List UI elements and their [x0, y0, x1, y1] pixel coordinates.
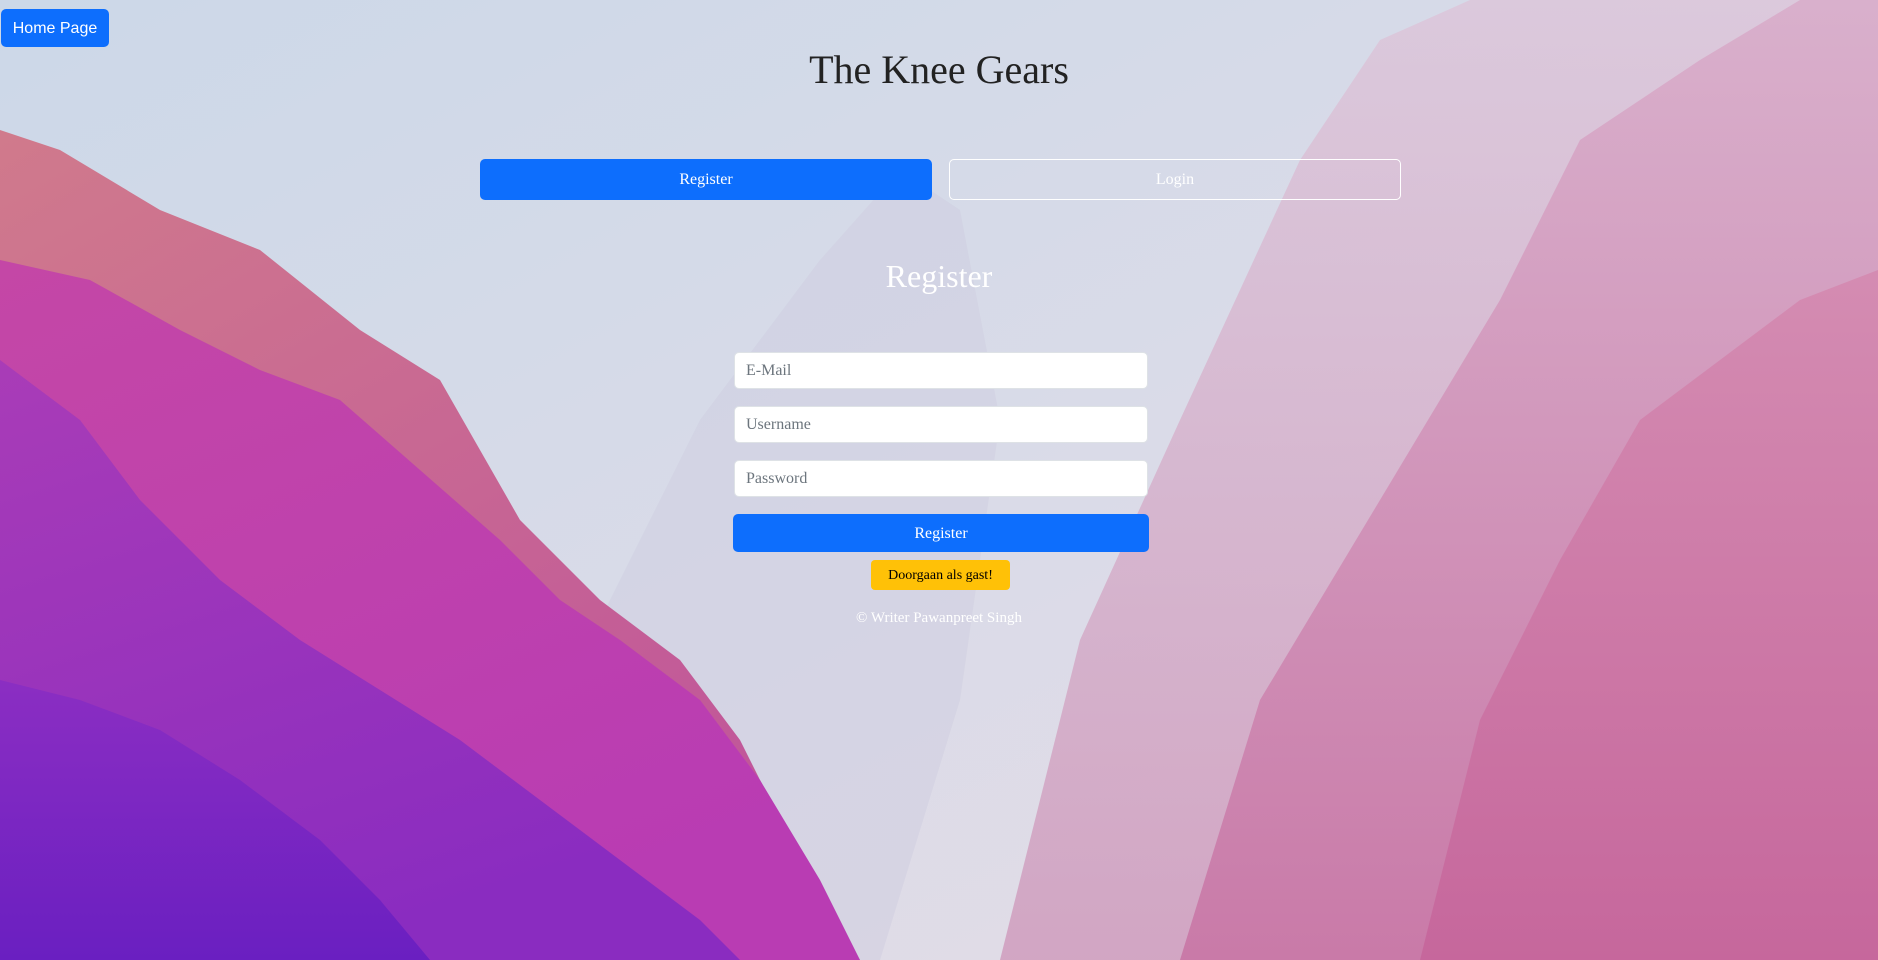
register-submit-button[interactable]: Register [733, 514, 1149, 552]
password-field[interactable] [734, 460, 1148, 497]
home-page-button[interactable]: Home Page [1, 9, 109, 47]
form-heading: Register [885, 258, 993, 294]
email-field[interactable] [734, 352, 1148, 389]
tab-login[interactable]: Login [949, 159, 1401, 200]
footer-copyright: © Writer Pawanpreet Singh [856, 610, 1022, 626]
tab-register[interactable]: Register [480, 159, 932, 200]
continue-as-guest-button[interactable]: Doorgaan als gast! [871, 560, 1010, 590]
page-title: The Knee Gears [809, 47, 1069, 92]
username-field[interactable] [734, 406, 1148, 443]
